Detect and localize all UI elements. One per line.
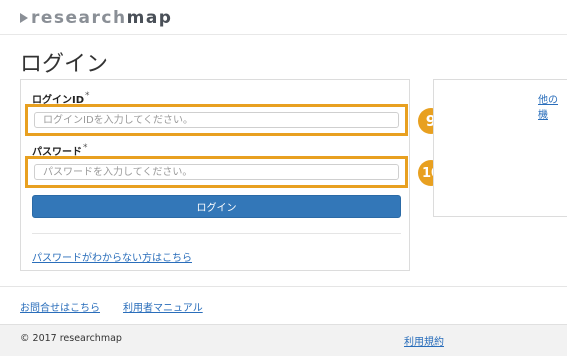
password-input[interactable] — [34, 164, 399, 180]
footer: © 2017 researchmap 利用規約 — [0, 324, 567, 356]
researchmap-logo[interactable]: research map — [20, 8, 172, 28]
forgot-password-link[interactable]: パスワードがわからない方はこちら — [32, 249, 192, 264]
required-mark: * — [83, 143, 88, 153]
login-button[interactable]: ログイン — [32, 195, 401, 218]
panel-divider — [32, 233, 401, 234]
terms-link[interactable]: 利用規約 — [404, 333, 444, 348]
logo-text-research: research — [31, 8, 127, 28]
section-divider — [0, 286, 567, 287]
contact-link[interactable]: お問合せはこちら — [20, 299, 100, 314]
manual-link[interactable]: 利用者マニュアル — [123, 299, 203, 314]
logo-text-map: map — [126, 8, 173, 28]
password-highlight — [25, 156, 408, 188]
login-id-highlight — [25, 104, 408, 136]
other-login-link[interactable]: 他の機 — [538, 91, 567, 121]
logo-triangle-icon — [20, 13, 28, 23]
login-id-input[interactable] — [34, 112, 399, 128]
site-header: research map — [0, 0, 567, 35]
page-title: ログイン — [20, 52, 109, 77]
required-mark: * — [85, 91, 90, 101]
copyright-text: © 2017 researchmap — [20, 333, 122, 344]
